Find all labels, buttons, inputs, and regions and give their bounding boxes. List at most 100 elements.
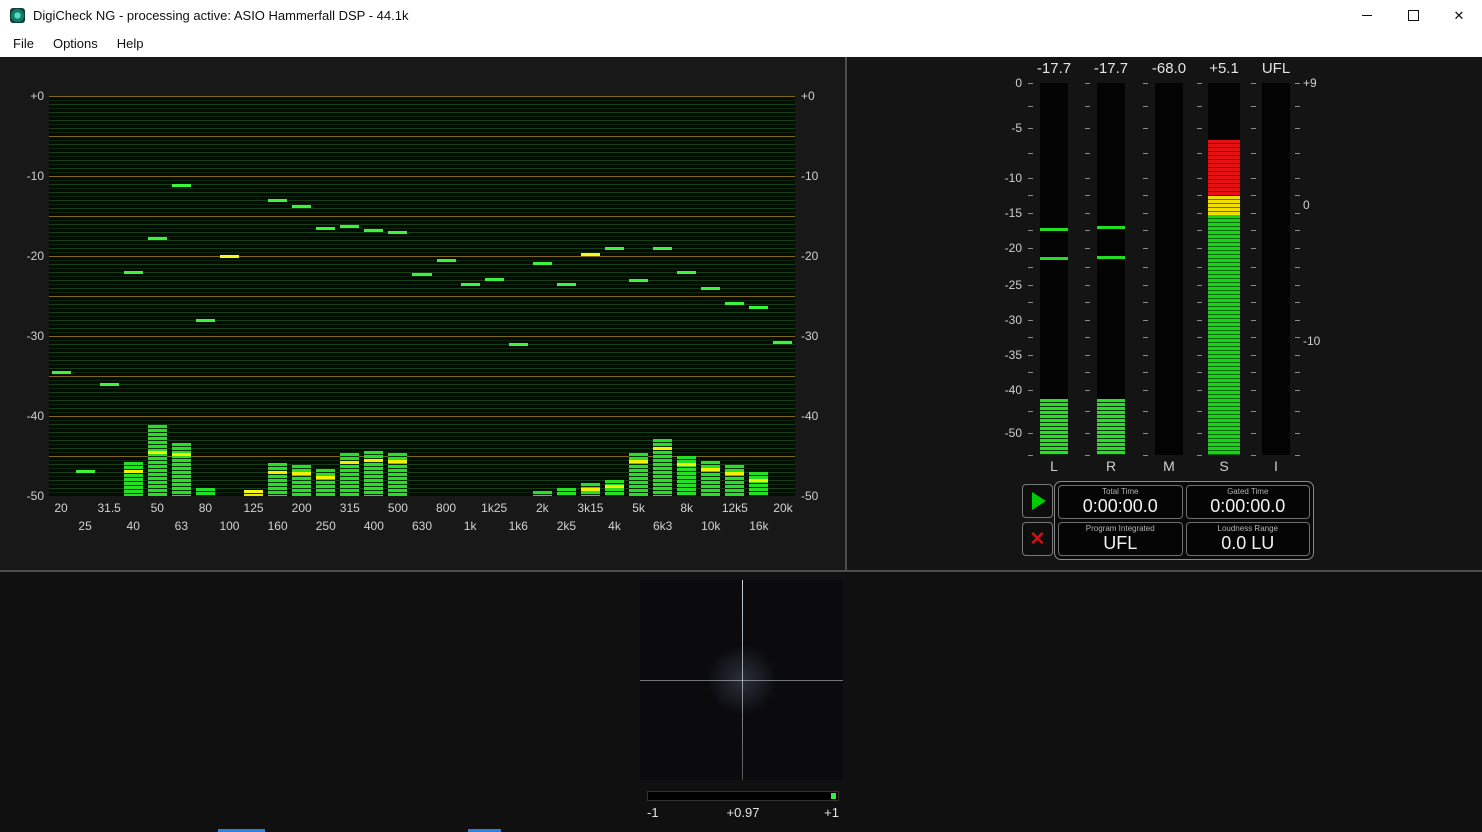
meter-tick <box>1028 153 1033 154</box>
meter-tick <box>1295 337 1300 338</box>
loudness-range-cell: Loudness Range 0.0 LU <box>1185 522 1310 556</box>
meter-tick <box>1295 195 1300 196</box>
spectrum-band-20k <box>772 96 793 496</box>
meter-peak-line <box>1040 257 1068 260</box>
meter-tick <box>1197 285 1202 286</box>
meter-tick <box>1028 83 1033 84</box>
spectrum-plot <box>49 96 795 496</box>
db-scale-right-label: -50 <box>801 489 819 503</box>
minimize-button[interactable] <box>1344 0 1390 30</box>
meter-tick <box>1028 106 1033 107</box>
reset-button[interactable]: ✕ <box>1022 522 1053 556</box>
close-button[interactable]: ✕ <box>1436 0 1482 30</box>
meter-tick <box>1197 320 1202 321</box>
meter-tick <box>1143 128 1148 129</box>
spectrum-peak-marker <box>268 199 288 202</box>
spectrum-bar <box>556 488 576 496</box>
meter-readout-I: UFL <box>1261 60 1291 77</box>
meter-tick <box>1197 153 1202 154</box>
spectrum-bar <box>147 425 167 496</box>
meter-channel-label-M: M <box>1163 458 1175 474</box>
spectrum-avg-marker <box>364 459 384 462</box>
meter-tick <box>1295 83 1300 84</box>
meter-tick <box>1028 178 1033 179</box>
meter-tick <box>1143 83 1148 84</box>
meter-scale-left-label: -35 <box>1004 347 1022 362</box>
meter-tick <box>1295 285 1300 286</box>
frequency-label: 100 <box>219 519 240 533</box>
meter-tick <box>1143 433 1148 434</box>
spectrum-band-630 <box>411 96 432 496</box>
spectrum-peak-marker <box>749 306 769 309</box>
spectrum-band-63 <box>171 96 192 496</box>
spectrum-bar <box>677 456 697 496</box>
meter-tick <box>1251 195 1256 196</box>
total-time-value: 0:00:00.0 <box>1082 496 1158 517</box>
meter-tick <box>1085 355 1090 356</box>
spectrum-peak-marker <box>460 283 480 286</box>
meter-scale-left-label: -10 <box>1004 170 1022 185</box>
meter-tick <box>1197 128 1202 129</box>
meter-tick <box>1251 337 1256 338</box>
spectrum-avg-marker <box>653 447 673 450</box>
meter-tick <box>1295 390 1300 391</box>
spectrum-avg-marker <box>725 472 745 475</box>
spectrum-peak-marker <box>244 490 264 493</box>
minimize-icon <box>1362 14 1372 16</box>
meter-tick <box>1028 337 1033 338</box>
spectrum-bar <box>604 480 625 496</box>
frequency-label: 50 <box>150 501 164 515</box>
meter-tick <box>1197 355 1202 356</box>
gated-time-cell: Gated Time 0:00:00.0 <box>1185 485 1310 519</box>
meter-S <box>1208 83 1240 455</box>
spectrum-avg-marker <box>701 468 721 471</box>
program-integrated-label: Program Integrated <box>1085 523 1155 533</box>
spectrum-avg-marker <box>340 461 360 464</box>
spectrum-band-5k <box>628 96 649 496</box>
menu-file[interactable]: File <box>4 32 44 56</box>
meter-tick <box>1085 337 1090 338</box>
play-button[interactable] <box>1022 484 1053 518</box>
frequency-label: 25 <box>78 519 92 533</box>
meter-tick <box>1085 411 1090 412</box>
titlebar: DigiCheck NG - processing active: ASIO H… <box>0 0 1482 30</box>
frequency-label: 20k <box>773 501 793 515</box>
meter-tick <box>1295 372 1300 373</box>
meter-tick <box>1028 411 1033 412</box>
meter-tick <box>1251 455 1256 456</box>
window-controls: ✕ <box>1344 0 1482 30</box>
meter-tick <box>1295 106 1300 107</box>
frequency-label: 2k5 <box>556 519 577 533</box>
maximize-button[interactable] <box>1390 0 1436 30</box>
meter-tick <box>1028 433 1033 434</box>
spectrum-bar <box>123 462 143 496</box>
frequency-label: 6k3 <box>652 519 673 533</box>
spectrum-peak-marker <box>147 237 167 240</box>
db-scale-right-label: -30 <box>801 329 819 343</box>
meter-tick <box>1085 178 1090 179</box>
spectrum-peak-marker <box>725 302 745 305</box>
spectrum-band-2k5 <box>556 96 577 496</box>
frequency-label: 16k <box>749 519 769 533</box>
spectrum-band-315 <box>339 96 360 496</box>
spectrum-band-2k <box>532 96 553 496</box>
frequency-label: 10k <box>701 519 721 533</box>
meter-tick <box>1143 285 1148 286</box>
program-integrated-value: UFL <box>1103 533 1138 554</box>
meter-scale-right-label: 0 <box>1303 198 1310 213</box>
meter-tick <box>1085 83 1090 84</box>
meter-segment <box>1208 215 1240 455</box>
meter-L <box>1040 83 1068 455</box>
menu-options[interactable]: Options <box>44 32 108 56</box>
meter-tick <box>1028 195 1033 196</box>
meter-channel-label-R: R <box>1105 458 1117 474</box>
gated-time-value: 0:00:00.0 <box>1210 496 1286 517</box>
loudness-range-value: 0.0 LU <box>1221 533 1275 554</box>
spectrum-peak-marker <box>292 205 312 208</box>
frequency-label: 800 <box>436 501 457 515</box>
frequency-label: 12k5 <box>721 501 748 515</box>
spectrum-peak-marker <box>51 371 71 374</box>
frequency-label: 250 <box>315 519 336 533</box>
spectrum-avg-marker <box>147 451 167 454</box>
menu-help[interactable]: Help <box>108 32 154 56</box>
